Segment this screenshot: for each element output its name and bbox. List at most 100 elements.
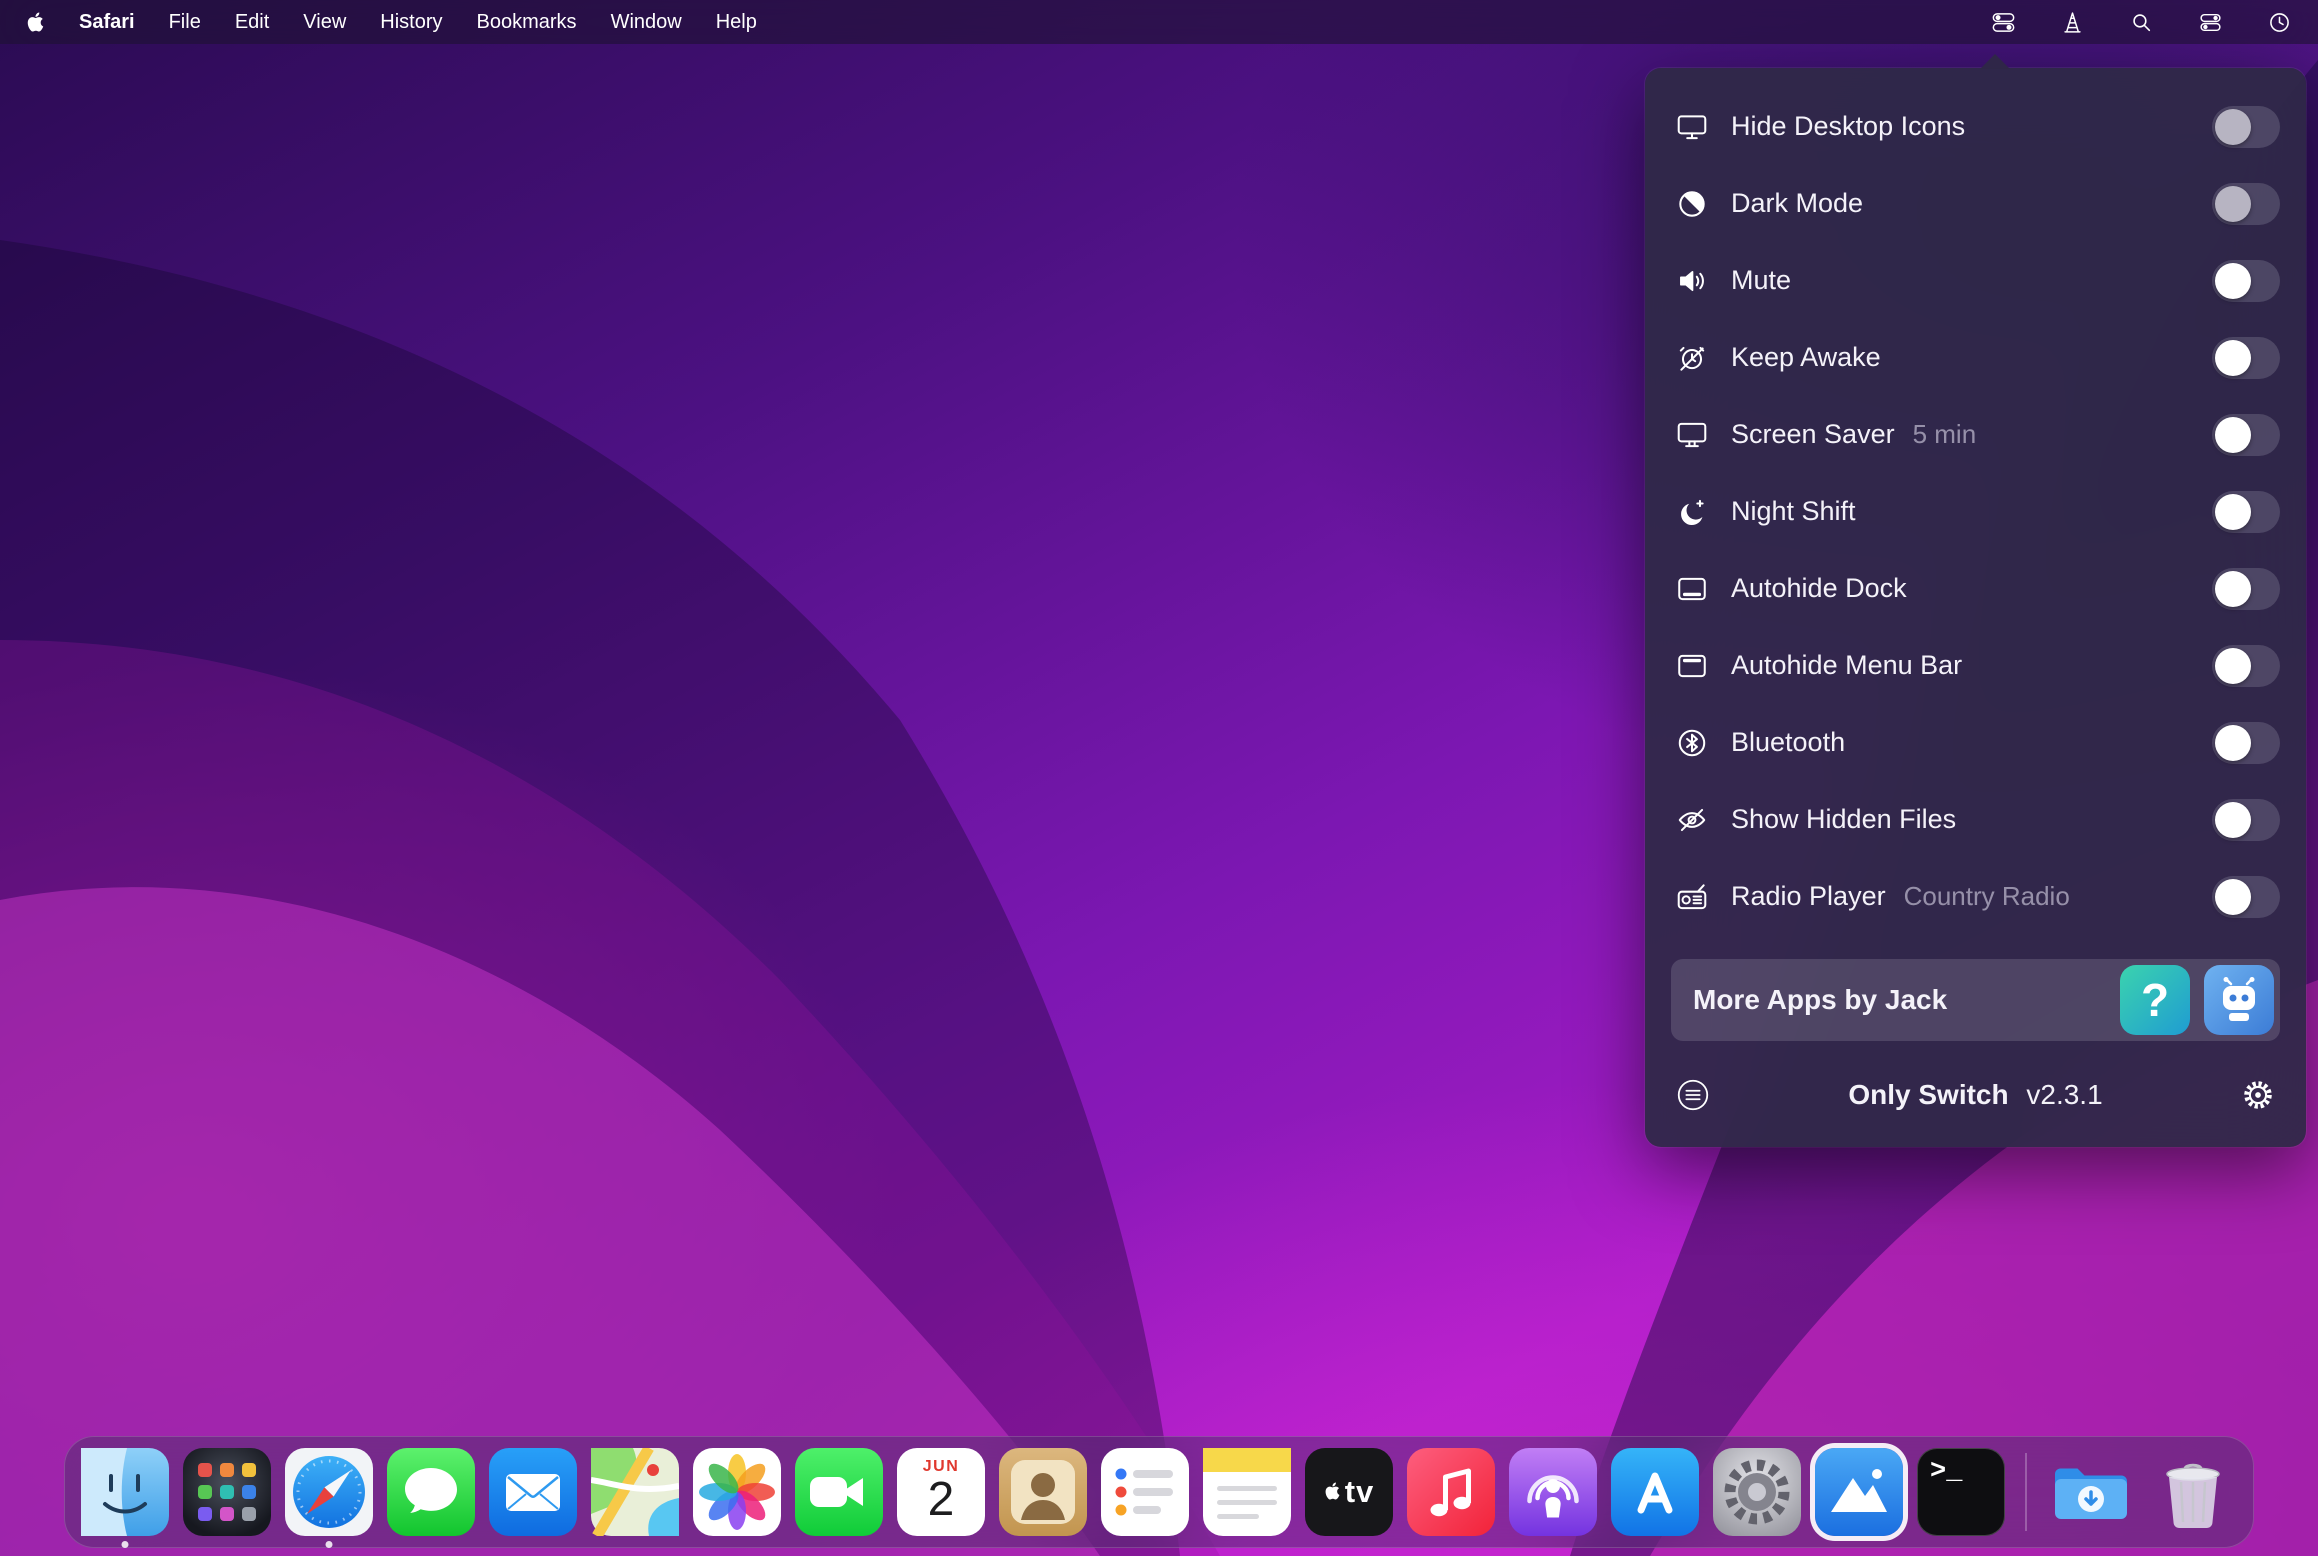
autohide-dock-toggle[interactable] — [2212, 568, 2280, 610]
notes-dock-icon[interactable] — [1203, 1448, 1291, 1536]
dark-mode-toggle[interactable] — [2212, 183, 2280, 225]
safari-dock-icon[interactable] — [285, 1448, 373, 1536]
bluetooth-toggle[interactable] — [2212, 722, 2280, 764]
display-icon — [1671, 110, 1713, 144]
reminders-dock-icon[interactable] — [1101, 1448, 1189, 1536]
menu-window[interactable]: Window — [611, 11, 682, 34]
toggle-label: Keep Awake — [1731, 342, 1881, 373]
robot-app-icon[interactable] — [2204, 965, 2274, 1035]
menu-bookmarks[interactable]: Bookmarks — [477, 11, 577, 34]
toggle-knob — [2215, 340, 2251, 376]
keep-awake-icon — [1671, 341, 1713, 375]
toggle-label: Show Hidden Files — [1731, 804, 1956, 835]
toggle-label: Bluetooth — [1731, 727, 1845, 758]
music-dock-icon[interactable] — [1407, 1448, 1495, 1536]
menu-edit[interactable]: Edit — [235, 11, 269, 34]
messages-dock-icon[interactable] — [387, 1448, 475, 1536]
screen-saver-icon — [1671, 418, 1713, 452]
app-title-name: Only Switch — [1848, 1079, 2008, 1110]
app-title: Only Switch v2.3.1 — [1715, 1079, 2236, 1111]
toggle-knob — [2215, 263, 2251, 299]
question-app-icon[interactable]: ? — [2120, 965, 2190, 1035]
toggle-label: Autohide Dock — [1731, 573, 1907, 604]
active-app-name[interactable]: Safari — [79, 11, 135, 34]
screen-saver-value: 5 min — [1913, 419, 1977, 450]
launchpad-dock-icon[interactable] — [183, 1448, 271, 1536]
autohide-dock-icon — [1671, 572, 1713, 606]
contacts-dock-icon[interactable] — [999, 1448, 1087, 1536]
app-store-dock-icon[interactable] — [1611, 1448, 1699, 1536]
panel-row-hide-desktop-icons: Hide Desktop Icons — [1671, 88, 2280, 165]
dark-mode-icon — [1671, 187, 1713, 221]
launchpad-grid — [183, 1448, 271, 1536]
facetime-dock-icon[interactable] — [795, 1448, 883, 1536]
panel-menu-button[interactable] — [1671, 1076, 1715, 1114]
menu-file[interactable]: File — [169, 11, 201, 34]
panel-row-bluetooth: Bluetooth — [1671, 704, 2280, 781]
hide-desktop-icons-toggle[interactable] — [2212, 106, 2280, 148]
toggle-label: Night Shift — [1731, 496, 1856, 527]
trash-dock-icon[interactable] — [2149, 1448, 2237, 1536]
autohide-menubar-icon — [1671, 649, 1713, 683]
toggle-knob — [2215, 186, 2251, 222]
apple-tv-label: tv — [1345, 1474, 1375, 1510]
panel-row-autohide-dock: Autohide Dock — [1671, 550, 2280, 627]
more-apps-label: More Apps by Jack — [1693, 984, 1947, 1016]
downloads-folder-dock-icon[interactable] — [2047, 1448, 2135, 1536]
menu-view[interactable]: View — [303, 11, 346, 34]
control-center-icon[interactable] — [2198, 10, 2223, 35]
calendar-dock-icon[interactable]: JUN 2 — [897, 1448, 985, 1536]
terminal-dock-icon[interactable]: >_ — [1917, 1448, 2005, 1536]
switches-icon[interactable] — [1991, 10, 2016, 35]
show-hidden-files-toggle[interactable] — [2212, 799, 2280, 841]
radio-player-toggle[interactable] — [2212, 876, 2280, 918]
panel-row-show-hidden-files: Show Hidden Files — [1671, 781, 2280, 858]
panel-caret — [1980, 54, 2010, 69]
radio-station-value: Country Radio — [1904, 881, 2070, 912]
toggle-label: Dark Mode — [1731, 188, 1863, 219]
toggle-label: Hide Desktop Icons — [1731, 111, 1965, 142]
screen-saver-toggle[interactable] — [2212, 414, 2280, 456]
panel-row-screen-saver: Screen Saver 5 min — [1671, 396, 2280, 473]
night-shift-toggle[interactable] — [2212, 491, 2280, 533]
bluetooth-icon — [1671, 726, 1713, 760]
menu-help[interactable]: Help — [716, 11, 757, 34]
panel-row-mute: Mute — [1671, 242, 2280, 319]
maps-dock-icon[interactable] — [591, 1448, 679, 1536]
mute-toggle[interactable] — [2212, 260, 2280, 302]
toggle-knob — [2215, 109, 2251, 145]
apple-menu-icon[interactable] — [26, 11, 45, 33]
system-preferences-dock-icon[interactable] — [1713, 1448, 1801, 1536]
spotlight-search-icon[interactable] — [2129, 10, 2154, 35]
toggle-knob — [2215, 648, 2251, 684]
toggle-knob — [2215, 802, 2251, 838]
antenna-icon[interactable] — [2060, 10, 2085, 35]
toggle-knob — [2215, 571, 2251, 607]
clock-icon[interactable] — [2267, 10, 2292, 35]
menu-history[interactable]: History — [380, 11, 442, 34]
toggle-label: Mute — [1731, 265, 1791, 296]
toggle-label: Radio Player — [1731, 881, 1886, 912]
night-shift-icon — [1671, 495, 1713, 529]
mountain-app-icon[interactable] — [1815, 1448, 1903, 1536]
hidden-files-icon — [1671, 803, 1713, 837]
apple-tv-dock-icon[interactable]: tv — [1305, 1448, 1393, 1536]
toggle-knob — [2215, 417, 2251, 453]
finder-dock-icon[interactable] — [81, 1448, 169, 1536]
toggle-label: Autohide Menu Bar — [1731, 650, 1962, 681]
toggle-knob — [2215, 725, 2251, 761]
photos-dock-icon[interactable] — [693, 1448, 781, 1536]
autohide-menu-bar-toggle[interactable] — [2212, 645, 2280, 687]
panel-row-night-shift: Night Shift — [1671, 473, 2280, 550]
dock: JUN 2 tv — [64, 1436, 2254, 1548]
speaker-icon — [1671, 264, 1713, 298]
settings-gear-icon[interactable] — [2236, 1076, 2280, 1114]
mail-dock-icon[interactable] — [489, 1448, 577, 1536]
podcasts-dock-icon[interactable] — [1509, 1448, 1597, 1536]
panel-row-radio-player: Radio Player Country Radio — [1671, 858, 2280, 935]
panel-row-keep-awake: Keep Awake — [1671, 319, 2280, 396]
dock-separator — [2025, 1453, 2027, 1531]
more-apps-bar[interactable]: More Apps by Jack ? — [1671, 959, 2280, 1041]
keep-awake-toggle[interactable] — [2212, 337, 2280, 379]
menu-bar: Safari File Edit View History Bookmarks … — [0, 0, 2318, 44]
